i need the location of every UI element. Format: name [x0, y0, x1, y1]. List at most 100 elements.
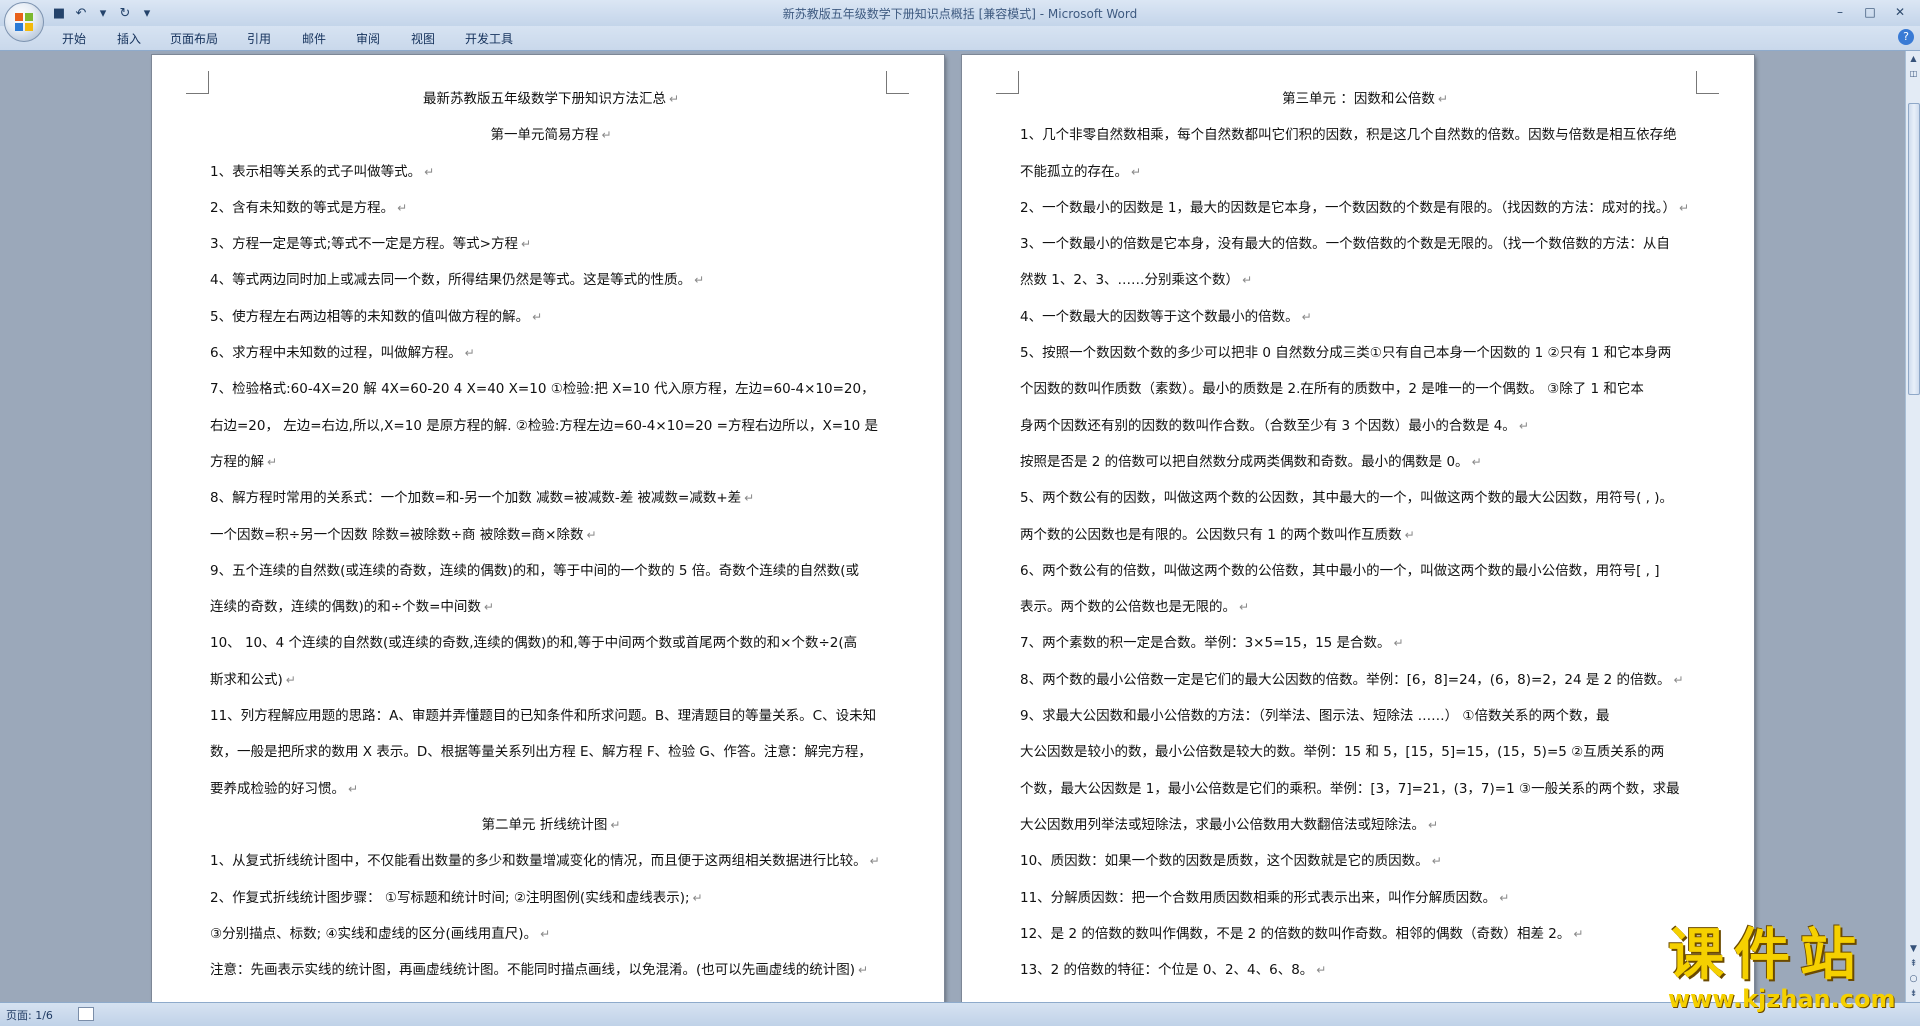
browse-object-icon[interactable]: ○ [1906, 972, 1920, 987]
previous-page-icon[interactable]: ⇞ [1906, 957, 1920, 972]
tab-0[interactable]: 开始 [62, 30, 86, 47]
text-line-content: 11、分解质因数：把一个合数用质因数相乘的形式表示出来，叫作分解质因数。 [1020, 889, 1497, 906]
paragraph-mark-icon: ↵ [348, 781, 359, 796]
text-line-content: 12、是 2 的倍数的数叫作偶数，不是 2 的倍数的数叫作奇数。相邻的偶数（奇数… [1020, 925, 1571, 942]
paragraph-mark-icon: ↵ [1678, 200, 1690, 215]
text-line: 2、含有未知数的等式是方程。 ↵ [210, 190, 892, 226]
page-2-text: 第三单元 ：因数和公倍数 ↵ 1、几个非零自然数相乘，每个自然数都叫它们积的因数，积… [1020, 81, 1710, 988]
text-line: 方程的解 ↵ [210, 444, 892, 480]
text-line: 10、质因数：如果一个数的因数是质数，这个因数就是它的质因数。 ↵ [1020, 843, 1710, 879]
help-icon[interactable]: ? [1898, 29, 1914, 45]
text-line-content: 注意：先画表示实线的统计图，再画虚线统计图。不能同时描点画线，以免混淆。(也可以… [210, 962, 856, 979]
scroll-down-arrow-icon[interactable]: ▼ [1906, 942, 1920, 957]
minimize-button[interactable]: – [1826, 3, 1854, 21]
text-line-content: 5、使方程左右两边相等的未知数的值叫做方程的解。 [210, 308, 530, 325]
scroll-up-arrow-icon[interactable]: ▲ [1906, 51, 1920, 66]
text-line: 11、列方程解应用题的思路：A、审题并弄懂题目的已知条件和所求问题。B、理清题目… [210, 698, 892, 734]
document-page-2[interactable]: 第三单元 ：因数和公倍数 ↵ 1、几个非零自然数相乘，每个自然数都叫它们积的因数，积… [962, 55, 1754, 1002]
paragraph-mark-icon: ↵ [1673, 672, 1684, 687]
close-button[interactable]: ✕ [1886, 3, 1914, 21]
text-line-content: 8、解方程时常用的关系式：一个加数=和-另一个加数 减数=被减数-差 被减数=减… [210, 490, 742, 507]
text-line-content: 1、从复式折线统计图中，不仅能看出数量的多少和数量增减变化的情况，而且便于这两组… [210, 853, 867, 870]
tab-4[interactable]: 邮件 [302, 30, 326, 47]
text-line-content: 11、列方程解应用题的思路：A、审题并弄懂题目的已知条件和所求问题。B、理清题目… [210, 708, 877, 725]
text-line-content: 第一单元简易方程 [490, 127, 599, 144]
text-line: 斯求和公式) ↵ [210, 662, 892, 698]
status-bar: 页面: 1/6 [0, 1002, 1920, 1026]
paragraph-mark-icon: ↵ [285, 672, 296, 687]
text-line: 第三单元 ：因数和公倍数 ↵ [1020, 81, 1710, 117]
next-page-icon[interactable]: ⇟ [1906, 987, 1920, 1002]
tab-1[interactable]: 插入 [117, 30, 141, 47]
paragraph-mark-icon: ↵ [1428, 817, 1439, 832]
text-line: 6、求方程中未知数的过程，叫做解方程。 ↵ [210, 335, 892, 371]
text-line-content: 数，一般是把所求的数用 X 表示。D、根据等量关系列出方程 E、解方程 F、检验… [210, 744, 872, 761]
paragraph-mark-icon: ↵ [1471, 454, 1482, 469]
watermark-title: 课件站 [1668, 923, 1866, 988]
office-logo-icon [15, 13, 33, 31]
text-line: 右边=20， 左边=右边,所以,X=10 是原方程的解. ②检验:方程左边=60… [210, 408, 892, 444]
text-line: 9、五个连续的自然数(或连续的奇数，连续的偶数)的和，等于中间的一个数的 5 倍… [210, 553, 892, 589]
text-line: 要养成检验的好习惯。 ↵ [210, 771, 892, 807]
text-line: 13、2 的倍数的特征：个位是 0、2、4、6、8。 ↵ [1020, 952, 1710, 988]
scroll-thumb[interactable] [1908, 103, 1920, 395]
text-line-content: 5、按照一个数因数个数的多少可以把非 0 自然数分成三类①只有自己本身一个因数的… [1020, 345, 1672, 362]
text-line: 1、表示相等关系的式子叫做等式。 ↵ [210, 154, 892, 190]
paragraph-mark-icon: ↵ [1242, 273, 1253, 288]
text-line: 7、检验格式:60-4X=20 解 4X=60-20 4 X=40 X=10 ①… [210, 371, 892, 407]
tab-3[interactable]: 引用 [247, 30, 271, 47]
watermark-url: www.kjzhan.com [1668, 985, 1896, 1013]
paragraph-mark-icon: ↵ [464, 346, 475, 361]
text-line-content: 方程的解 [210, 453, 264, 470]
text-line-content: 13、2 的倍数的特征：个位是 0、2、4、6、8。 [1020, 962, 1314, 979]
text-line: 注意：先画表示实线的统计图，再画虚线统计图。不能同时描点画线，以免混淆。(也可以… [210, 952, 892, 988]
paragraph-mark-icon: ↵ [610, 817, 621, 832]
ruler-toggle-icon[interactable]: ◫ [1906, 66, 1920, 81]
proofing-icon[interactable] [78, 1007, 94, 1021]
text-line-content: 然数 1、2、3、……分别乘这个数） [1020, 272, 1240, 289]
paragraph-mark-icon: ↵ [668, 92, 680, 106]
text-line: 第二单元 折线统计图 ↵ [210, 807, 892, 843]
text-line-content: 大公因数用列举法或短除法，求最小公倍数用大数翻倍法或短除法。 [1020, 816, 1425, 833]
tab-5[interactable]: 审阅 [356, 30, 380, 47]
text-line-content: 3、方程一定是等式;等式不一定是方程。等式>方程 [210, 236, 518, 253]
paragraph-mark-icon: ↵ [424, 164, 435, 179]
window-title: 新苏教版五年级数学下册知识点概括 [兼容模式] - Microsoft Word [782, 7, 1138, 21]
paragraph-mark-icon: ↵ [694, 273, 705, 288]
text-line: 8、两个数的最小公倍数一定是它们的最大公因数的倍数。举例：[6，8]=24，(6… [1020, 662, 1710, 698]
vertical-scrollbar[interactable]: ▲ ◫ ▼ ⇞ ○ ⇟ [1905, 51, 1920, 1002]
text-line: 大公因数用列举法或短除法，求最小公倍数用大数翻倍法或短除法。 ↵ [1020, 807, 1710, 843]
text-line: 数，一般是把所求的数用 X 表示。D、根据等量关系列出方程 E、解方程 F、检验… [210, 734, 892, 770]
text-line: 1、几个非零自然数相乘，每个自然数都叫它们积的因数，积是这几个自然数的倍数。因数… [1020, 117, 1710, 153]
maximize-button[interactable]: □ [1856, 3, 1884, 21]
text-line-content: 最新苏教版五年级数学下册知识方法汇总 [422, 91, 666, 107]
tab-7[interactable]: 开发工具 [465, 30, 513, 47]
paragraph-mark-icon: ↵ [1518, 418, 1529, 433]
text-line: 3、一个数最小的倍数是它本身，没有最大的倍数。一个数倍数的个数是无限的。（找一个… [1020, 226, 1710, 262]
text-line: 1、从复式折线统计图中，不仅能看出数量的多少和数量增减变化的情况，而且便于这两组… [210, 843, 892, 879]
text-line-content: 6、两个数公有的倍数，叫做这两个数的公倍数，其中最小的一个，叫做这两个数的最小公… [1020, 562, 1660, 579]
text-line: 按照是否是 2 的倍数可以把自然数分成两类偶数和奇数。最小的偶数是 0。 ↵ [1020, 444, 1710, 480]
tab-6[interactable]: 视图 [411, 30, 435, 47]
text-line-content: 大公因数是较小的数，最小公倍数是较大的数。举例：15 和 5，[15，5]=15… [1020, 744, 1665, 761]
watermark-logo: 课件站 www.kjzhan.com [1668, 923, 1904, 1012]
paragraph-mark-icon: ↵ [1437, 92, 1448, 106]
paragraph-mark-icon: ↵ [267, 454, 278, 469]
document-area[interactable]: 最新苏教版五年级数学下册知识方法汇总 ↵ 第一单元简易方程 ↵ 1、表示相等关系的式子叫… [0, 51, 1905, 1002]
office-button[interactable] [4, 2, 44, 42]
text-line: 8、解方程时常用的关系式：一个加数=和-另一个加数 减数=被减数-差 被减数=减… [210, 480, 892, 516]
text-line-content: 连续的奇数，连续的偶数)的和÷个数=中间数 [210, 599, 481, 616]
paragraph-mark-icon: ↵ [1131, 164, 1142, 179]
tab-2[interactable]: 页面布局 [170, 30, 218, 47]
document-page-1[interactable]: 最新苏教版五年级数学下册知识方法汇总 ↵ 第一单元简易方程 ↵ 1、表示相等关系的式子叫… [152, 55, 944, 1002]
text-line-content: 4、等式两边同时加上或减去同一个数，所得结果仍然是等式。这是等式的性质。 [210, 272, 692, 289]
text-line: 10、 10、4 个连续的自然数(或连续的奇数,连续的偶数)的和,等于中间两个数… [210, 625, 892, 661]
text-line: 5、按照一个数因数个数的多少可以把非 0 自然数分成三类①只有自己本身一个因数的… [1020, 335, 1710, 371]
text-line-content: 1、表示相等关系的式子叫做等式。 [210, 163, 422, 180]
page-indicator[interactable]: 页面: 1/6 [6, 1007, 53, 1023]
text-line-content: 7、两个素数的积一定是合数。举例：3×5=15，15 是合数。 [1020, 635, 1391, 652]
text-line-content: 不能孤立的存在。 [1020, 163, 1128, 180]
text-line-content: 按照是否是 2 的倍数可以把自然数分成两类偶数和奇数。最小的偶数是 0。 [1020, 453, 1469, 470]
text-line: ③分别描点、标数; ④实线和虚线的区分(画线用直尺)。 ↵ [210, 916, 892, 952]
text-line-content: 9、五个连续的自然数(或连续的奇数，连续的偶数)的和，等于中间的一个数的 5 倍… [210, 562, 860, 579]
